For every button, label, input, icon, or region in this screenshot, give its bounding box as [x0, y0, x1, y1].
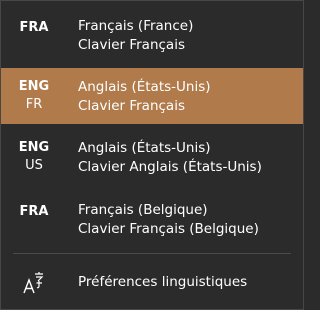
language-description: Anglais (États-Unis) Clavier Français — [78, 78, 211, 116]
keyboard-name: Clavier Français — [78, 37, 185, 53]
language-preferences-label: Préférences linguistiques — [78, 274, 248, 290]
language-description: Français (Belgique) Clavier Français (Be… — [78, 201, 259, 239]
keyboard-name: Clavier Français — [78, 98, 185, 114]
language-description: Français (France) Clavier Français — [78, 17, 193, 55]
language-preferences-icon — [21, 271, 47, 297]
language-preferences-link[interactable]: Préférences linguistiques — [1, 263, 303, 301]
language-item-fra-belgique[interactable]: FRA Français (Belgique) Clavier Français… — [1, 191, 303, 247]
language-code: FRA — [1, 203, 67, 221]
language-code-abbr: ENG — [18, 79, 50, 94]
keyboard-name: Clavier Anglais (États-Unis) — [78, 159, 262, 175]
language-code-region: FR — [25, 97, 43, 112]
language-item-eng-fr[interactable]: ENG FR Anglais (États-Unis) Clavier Fran… — [1, 68, 303, 124]
language-name: Français (France) — [78, 18, 194, 34]
divider — [13, 253, 291, 254]
language-code-abbr: FRA — [19, 204, 49, 219]
language-code-region: US — [25, 158, 43, 173]
language-code: ENG US — [1, 139, 67, 175]
language-name: Anglais (États-Unis) — [78, 140, 211, 156]
language-code: ENG FR — [1, 78, 67, 114]
keyboard-name: Clavier Français (Belgique) — [78, 221, 259, 237]
language-code-abbr: ENG — [18, 140, 50, 155]
language-name: Anglais (États-Unis) — [78, 79, 211, 95]
language-item-fra-france[interactable]: FRA Français (France) Clavier Français — [1, 7, 303, 63]
language-code-abbr: FRA — [19, 20, 49, 35]
language-description: Anglais (États-Unis) Clavier Anglais (Ét… — [78, 139, 262, 177]
language-code: FRA — [1, 19, 67, 37]
language-name: Français (Belgique) — [78, 202, 208, 218]
language-item-eng-us[interactable]: ENG US Anglais (États-Unis) Clavier Angl… — [1, 129, 303, 185]
input-language-flyout: FRA Français (France) Clavier Français E… — [0, 0, 304, 310]
